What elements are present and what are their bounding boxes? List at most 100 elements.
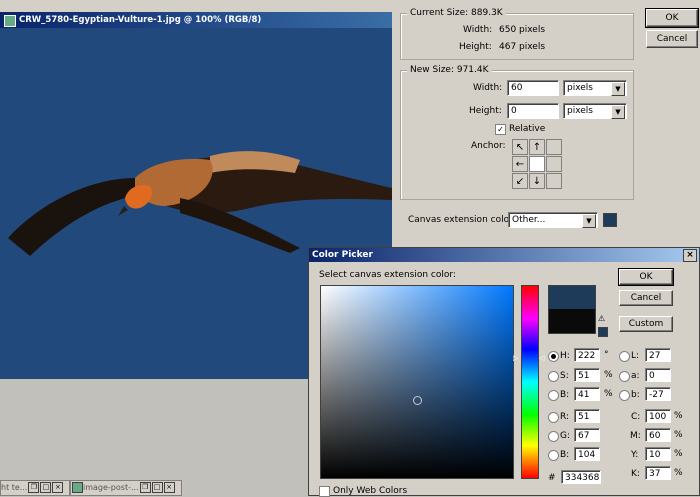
maximize-icon[interactable]: □ (40, 482, 52, 493)
close-icon[interactable]: × (163, 482, 175, 493)
ext-color-swatch[interactable] (603, 213, 617, 227)
green-input[interactable]: 67 (574, 428, 600, 442)
red-input[interactable]: 51 (574, 409, 600, 423)
green-label: G: (560, 431, 571, 441)
document-icon (4, 15, 16, 27)
new-width-label: Width: (473, 83, 503, 93)
old-color-swatch[interactable] (548, 309, 596, 334)
relative-label: Relative (509, 124, 546, 134)
new-size-group: New Size: 971.4K Width: 60 pixels ▼ Heigh… (400, 65, 634, 200)
lightness-label: L: (631, 351, 640, 361)
color-field-cursor[interactable] (413, 396, 422, 405)
color-picker-titlebar[interactable]: Color Picker × (309, 248, 699, 262)
saturation-label: S: (560, 371, 569, 381)
color-field[interactable] (320, 285, 514, 479)
magenta-unit: % (674, 430, 683, 440)
current-height-label: Height: (459, 42, 492, 52)
ext-color-select[interactable]: Other... ▼ (508, 212, 598, 228)
current-height-value: 467 pixels (499, 42, 546, 52)
anchor-ne[interactable] (546, 139, 562, 155)
b-input[interactable]: -27 (645, 387, 671, 401)
web-safe-swatch[interactable] (598, 327, 608, 337)
hex-input[interactable]: 334368 (561, 470, 601, 484)
hue-input[interactable]: 222 (574, 348, 600, 362)
red-radio[interactable] (548, 412, 559, 423)
taskbar-item-2[interactable]: image-post-... ❐ □ × (70, 480, 182, 496)
yellow-unit: % (674, 449, 683, 459)
relative-checkbox[interactable]: ✓ (495, 124, 506, 135)
width-input[interactable]: 60 (507, 80, 559, 96)
hue-radio[interactable] (548, 351, 559, 362)
cyan-unit: % (674, 411, 683, 421)
web-colors-checkbox[interactable] (319, 486, 330, 497)
image-window-title: CRW_5780-Egyptian-Vulture-1.jpg @ 100% (… (19, 15, 262, 25)
anchor-s[interactable]: ↓ (529, 173, 545, 189)
lightness-input[interactable]: 27 (645, 348, 671, 362)
magenta-input[interactable]: 60 (645, 428, 671, 442)
black-input[interactable]: 37 (645, 466, 671, 480)
hue-slider-left-arrow[interactable]: ▷ (513, 354, 518, 362)
window-top-strip (0, 0, 392, 12)
anchor-label: Anchor: (471, 141, 506, 151)
close-icon[interactable]: × (52, 482, 64, 493)
canvas-cancel-button[interactable]: Cancel (646, 30, 698, 48)
new-height-label: Height: (469, 106, 502, 116)
a-label: a: (631, 371, 640, 381)
color-picker-dialog: Color Picker × Select canvas extension c… (308, 247, 700, 497)
ext-color-label: Canvas extension color: (408, 215, 516, 225)
anchor-sw[interactable]: ↙ (512, 173, 528, 189)
a-input[interactable]: 0 (645, 368, 671, 382)
hue-label: H: (560, 351, 570, 361)
red-label: R: (560, 412, 570, 422)
hue-slider-right-arrow[interactable]: ◁ (539, 354, 544, 362)
brightness-radio[interactable] (548, 390, 559, 401)
yellow-input[interactable]: 10 (645, 447, 671, 461)
brightness-input[interactable]: 41 (574, 387, 600, 401)
cyan-label: C: (631, 412, 641, 422)
current-width-label: Width: (463, 25, 493, 35)
anchor-nw[interactable]: ↖ (512, 139, 528, 155)
height-input[interactable]: 0 (507, 103, 559, 119)
b-label: b: (631, 390, 640, 400)
blue-radio[interactable] (548, 450, 559, 461)
maximize-icon[interactable]: □ (151, 482, 163, 493)
current-width-value: 650 pixels (499, 25, 546, 35)
b-radio[interactable] (619, 390, 630, 401)
saturation-input[interactable]: 51 (574, 368, 600, 382)
width-unit-value: pixels (567, 83, 593, 93)
anchor-n[interactable]: ↑ (529, 139, 545, 155)
taskbar-item-1-label: ht te... (1, 483, 28, 492)
gamut-warning-icon[interactable]: ⚠ (598, 314, 605, 323)
brightness-unit: % (604, 389, 613, 399)
web-colors-label: Only Web Colors (333, 486, 408, 496)
canvas-ok-button[interactable]: OK (645, 8, 699, 28)
hue-slider[interactable] (521, 285, 539, 479)
lightness-radio[interactable] (619, 351, 630, 362)
image-window-titlebar[interactable]: CRW_5780-Egyptian-Vulture-1.jpg @ 100% (… (0, 12, 392, 28)
picker-cancel-button[interactable]: Cancel (619, 290, 673, 306)
a-radio[interactable] (619, 371, 630, 382)
brightness-label: B: (560, 390, 570, 400)
height-unit-select[interactable]: pixels ▼ (563, 103, 627, 119)
document-icon (72, 482, 83, 493)
chevron-down-icon: ▼ (582, 214, 596, 228)
taskbar-item-2-label: image-post-... (83, 483, 139, 492)
cyan-input[interactable]: 100 (645, 409, 671, 423)
anchor-se[interactable] (546, 173, 562, 189)
picker-custom-button[interactable]: Custom (619, 316, 673, 332)
taskbar-item-1[interactable]: ht te... ❐ □ × (0, 480, 70, 496)
saturation-radio[interactable] (548, 371, 559, 382)
current-size-label: Current Size: 889.3K (407, 8, 506, 18)
width-unit-select[interactable]: pixels ▼ (563, 80, 627, 96)
close-icon[interactable]: × (683, 249, 697, 262)
restore-icon[interactable]: ❐ (28, 482, 40, 493)
picker-ok-button[interactable]: OK (618, 268, 674, 286)
magenta-label: M: (630, 431, 641, 441)
anchor-center[interactable] (529, 156, 545, 172)
blue-input[interactable]: 104 (574, 447, 600, 461)
restore-icon[interactable]: ❐ (139, 482, 151, 493)
anchor-w[interactable]: ← (512, 156, 528, 172)
green-radio[interactable] (548, 431, 559, 442)
new-color-swatch (548, 285, 596, 311)
anchor-e[interactable] (546, 156, 562, 172)
